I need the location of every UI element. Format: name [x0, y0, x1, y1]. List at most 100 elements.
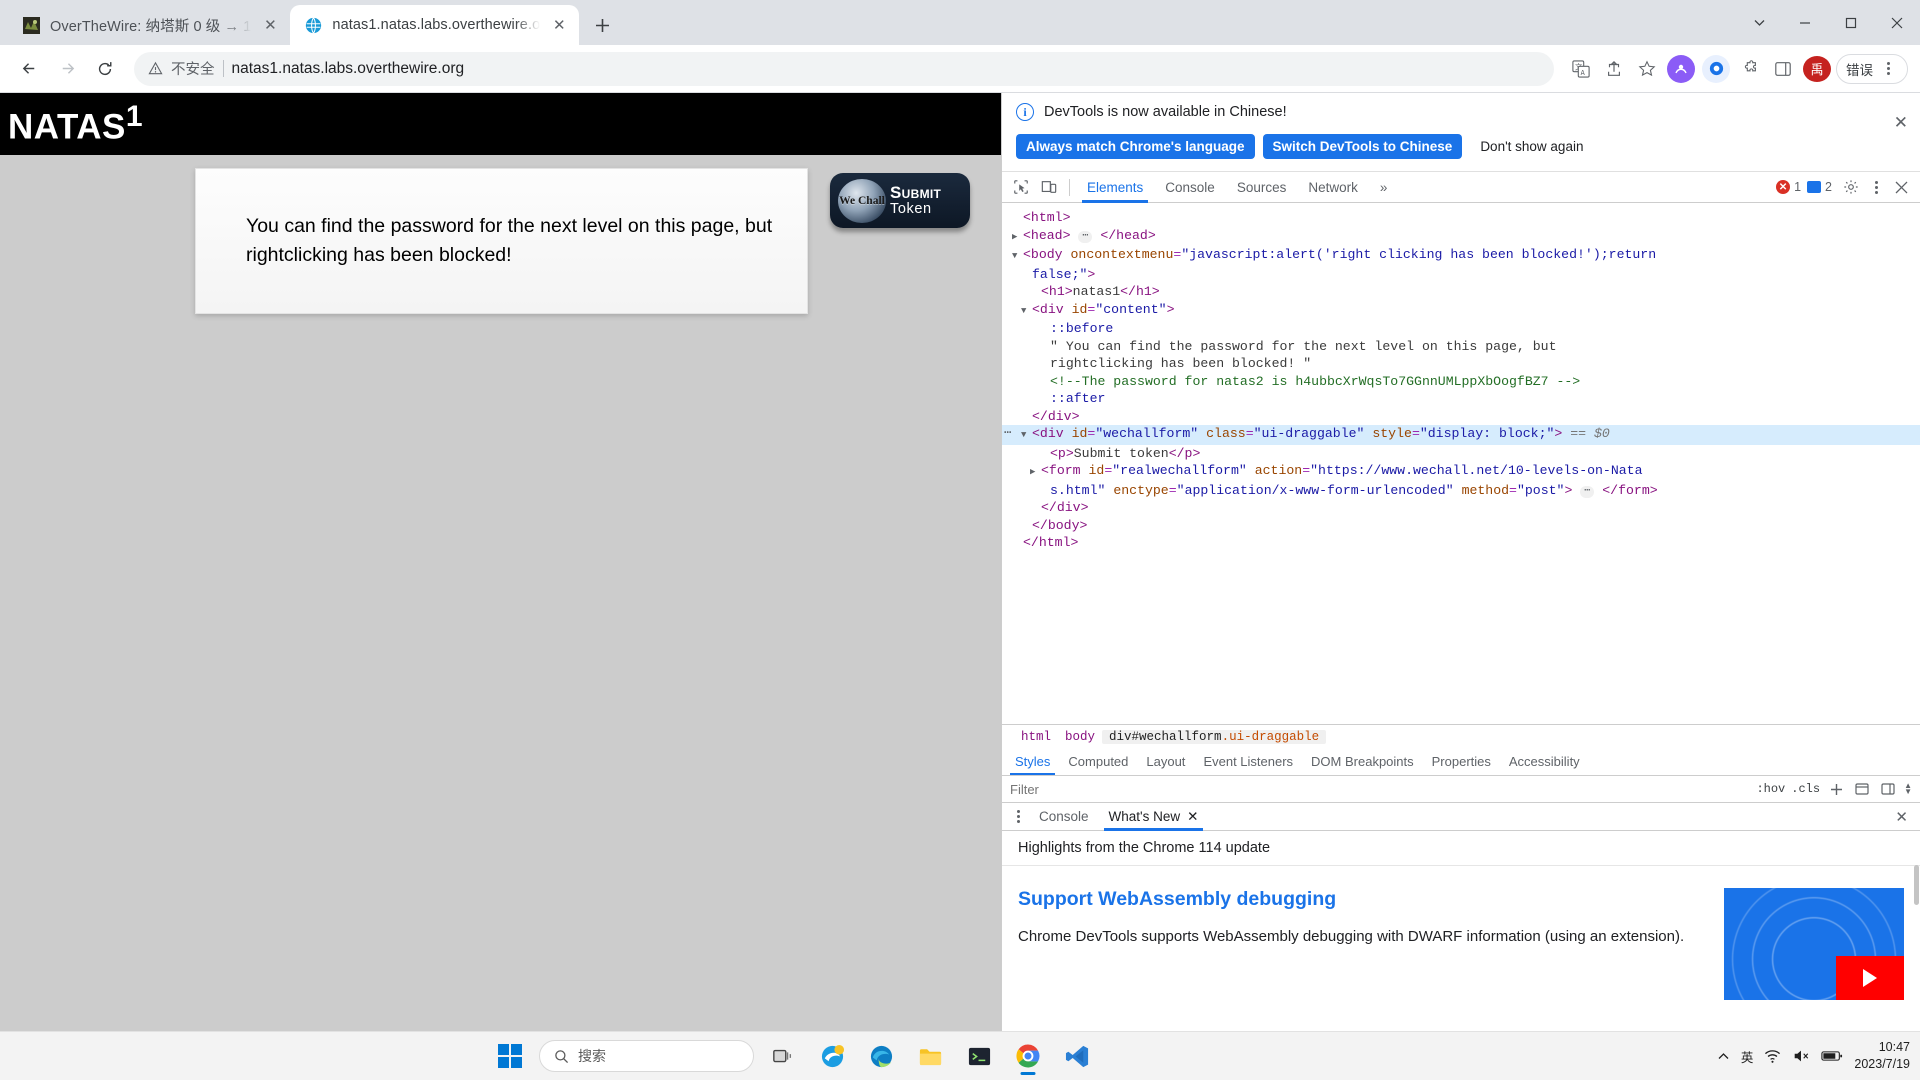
styles-filter-input[interactable]: [1010, 781, 1751, 797]
close-whats-new-tab-icon[interactable]: ✕: [1187, 809, 1198, 825]
devtools-tab-elements[interactable]: Elements: [1077, 172, 1153, 203]
styles-tab-accessibility[interactable]: Accessibility: [1500, 748, 1589, 775]
new-tab-button[interactable]: [585, 8, 619, 42]
dom-node-row[interactable]: " You can find the password for the next…: [1002, 338, 1920, 356]
youtube-video-thumbnail[interactable]: [1724, 888, 1904, 1000]
whats-new-scrollbar[interactable]: [1914, 865, 1919, 1027]
dom-node-row[interactable]: </html>: [1002, 534, 1920, 552]
dom-node-row[interactable]: ::before: [1002, 320, 1920, 338]
drawer-more-options-icon[interactable]: [1008, 810, 1028, 823]
play-icon[interactable]: [1836, 956, 1904, 1000]
breadcrumb-item[interactable]: body: [1058, 730, 1102, 744]
dom-node-row[interactable]: rightclicking has been blocked! ": [1002, 355, 1920, 373]
dom-node-row[interactable]: ▶ <head> ⋯ </head>: [1002, 227, 1920, 247]
share-icon[interactable]: [1599, 54, 1629, 84]
dont-show-again-button[interactable]: Don't show again: [1470, 134, 1594, 159]
styles-scroll-arrows[interactable]: ▲ ▼: [1904, 782, 1912, 796]
devtools-more-options-icon[interactable]: [1866, 174, 1886, 200]
address-bar[interactable]: 不安全 natas1.natas.labs.overthewire.org: [134, 51, 1554, 86]
profile-avatar[interactable]: 禹: [1803, 55, 1831, 82]
file-explorer-button[interactable]: [910, 1036, 950, 1076]
error-badge[interactable]: ✕ 1: [1776, 180, 1801, 194]
styles-tab-event-listeners[interactable]: Event Listeners: [1194, 748, 1302, 775]
dom-node-row[interactable]: </body>: [1002, 517, 1920, 535]
device-toolbar-icon[interactable]: [1036, 174, 1062, 200]
vs-code-button[interactable]: [1057, 1036, 1097, 1076]
close-tab-icon[interactable]: ✕: [549, 15, 569, 35]
breadcrumb-item[interactable]: html: [1014, 730, 1058, 744]
expand-arrow-icon[interactable]: ▶: [1012, 229, 1023, 247]
expand-arrow-icon[interactable]: ▼: [1021, 427, 1032, 445]
styles-tab-styles[interactable]: Styles: [1006, 748, 1059, 775]
styles-tab-layout[interactable]: Layout: [1137, 748, 1194, 775]
wifi-icon[interactable]: [1764, 1048, 1781, 1065]
devtools-tab-console[interactable]: Console: [1155, 172, 1225, 203]
translate-icon[interactable]: 文A: [1566, 54, 1596, 84]
styles-tab-computed[interactable]: Computed: [1059, 748, 1137, 775]
expand-arrow-icon[interactable]: ▼: [1012, 248, 1023, 266]
side-panel-icon[interactable]: [1768, 54, 1798, 84]
battery-icon[interactable]: [1821, 1049, 1843, 1063]
task-view-button[interactable]: [763, 1036, 803, 1076]
ime-language-indicator[interactable]: 英: [1741, 1047, 1754, 1066]
volume-muted-icon[interactable]: [1792, 1047, 1810, 1065]
close-window-button[interactable]: [1874, 0, 1920, 45]
dom-node-row[interactable]: <h1>natas1</h1>: [1002, 283, 1920, 301]
start-button[interactable]: [490, 1036, 530, 1076]
cls-toggle[interactable]: .cls: [1791, 782, 1820, 796]
always-match-language-button[interactable]: Always match Chrome's language: [1016, 134, 1255, 159]
more-tabs-icon[interactable]: »: [1370, 172, 1398, 203]
gear-icon[interactable]: [1838, 174, 1864, 200]
close-devtools-icon[interactable]: [1888, 174, 1914, 200]
maximize-window-button[interactable]: [1828, 0, 1874, 45]
tray-chevron-icon[interactable]: [1717, 1050, 1730, 1063]
reload-button[interactable]: [88, 52, 122, 86]
minimize-window-button[interactable]: [1782, 0, 1828, 45]
dom-node-row[interactable]: ::after: [1002, 390, 1920, 408]
dom-tree[interactable]: <html> ▶ <head> ⋯ </head> ▼ <body oncontextm…: [1002, 203, 1920, 724]
google-chrome-button[interactable]: [1008, 1036, 1048, 1076]
close-tab-icon[interactable]: ✕: [260, 15, 280, 35]
computed-sidebar-icon[interactable]: [1878, 779, 1898, 799]
edge-dev-button[interactable]: [812, 1036, 852, 1076]
browser-tab-1[interactable]: natas1.natas.labs.overthewire.o ✕: [290, 5, 580, 45]
browser-tab-0[interactable]: OverTheWire: 纳塔斯 0 级 → 1 ✕: [8, 5, 291, 45]
profile-error-badge[interactable]: 错误: [1836, 53, 1908, 84]
dom-node-row[interactable]: ▼ <div id="content">: [1002, 301, 1920, 321]
close-banner-icon[interactable]: ✕: [1894, 113, 1908, 133]
expand-arrow-icon[interactable]: ▶: [1030, 464, 1041, 482]
taskbar-clock[interactable]: 10:47 2023/7/19: [1854, 1039, 1910, 1073]
dom-node-row[interactable]: <html>: [1002, 209, 1920, 227]
dom-node-row[interactable]: ⋯ ▼ <div id="wechallform" class="ui-dragga…: [1002, 425, 1920, 445]
chrome-menu-icon[interactable]: [1878, 62, 1898, 75]
extension-purple-icon[interactable]: [1667, 54, 1695, 83]
bookmark-star-icon[interactable]: [1632, 54, 1662, 84]
dom-node-row[interactable]: <!--The password for natas2 is h4ubbcXrW…: [1002, 373, 1920, 391]
submit-token-button[interactable]: We Chall Submit Token: [830, 173, 970, 228]
whats-new-article-title[interactable]: Support WebAssembly debugging: [1018, 888, 1706, 911]
extension-blue-icon[interactable]: [1702, 54, 1730, 83]
microsoft-edge-button[interactable]: [861, 1036, 901, 1076]
dom-node-row[interactable]: false;">: [1002, 266, 1920, 284]
dom-node-row[interactable]: <p>Submit token</p>: [1002, 445, 1920, 463]
puzzle-extensions-icon[interactable]: [1735, 54, 1765, 84]
styles-tab-properties[interactable]: Properties: [1423, 748, 1500, 775]
plus-icon[interactable]: [1826, 779, 1846, 799]
drawer-tab-whats-new[interactable]: What's New ✕: [1100, 803, 1208, 831]
node-badge-dots[interactable]: ⋯: [1004, 425, 1012, 443]
forward-button[interactable]: [50, 52, 84, 86]
expand-arrow-icon[interactable]: ▼: [1021, 303, 1032, 321]
close-drawer-icon[interactable]: ✕: [1895, 808, 1908, 826]
inspect-element-icon[interactable]: [1008, 174, 1034, 200]
back-button[interactable]: [12, 52, 46, 86]
dom-node-row[interactable]: ▶ <form id="realwechallform" action="http…: [1002, 462, 1920, 482]
devtools-tab-network[interactable]: Network: [1298, 172, 1368, 203]
hov-toggle[interactable]: :hov: [1756, 782, 1785, 796]
git-bash-button[interactable]: [959, 1036, 999, 1076]
render-toggle-icon[interactable]: [1852, 779, 1872, 799]
switch-to-chinese-button[interactable]: Switch DevTools to Chinese: [1262, 134, 1463, 159]
dom-node-row[interactable]: s.html" enctype="application/x-www-form-…: [1002, 482, 1920, 500]
chevron-down-icon[interactable]: [1736, 0, 1782, 45]
dom-node-row[interactable]: </div>: [1002, 408, 1920, 426]
warning-badge[interactable]: 2: [1807, 180, 1832, 194]
